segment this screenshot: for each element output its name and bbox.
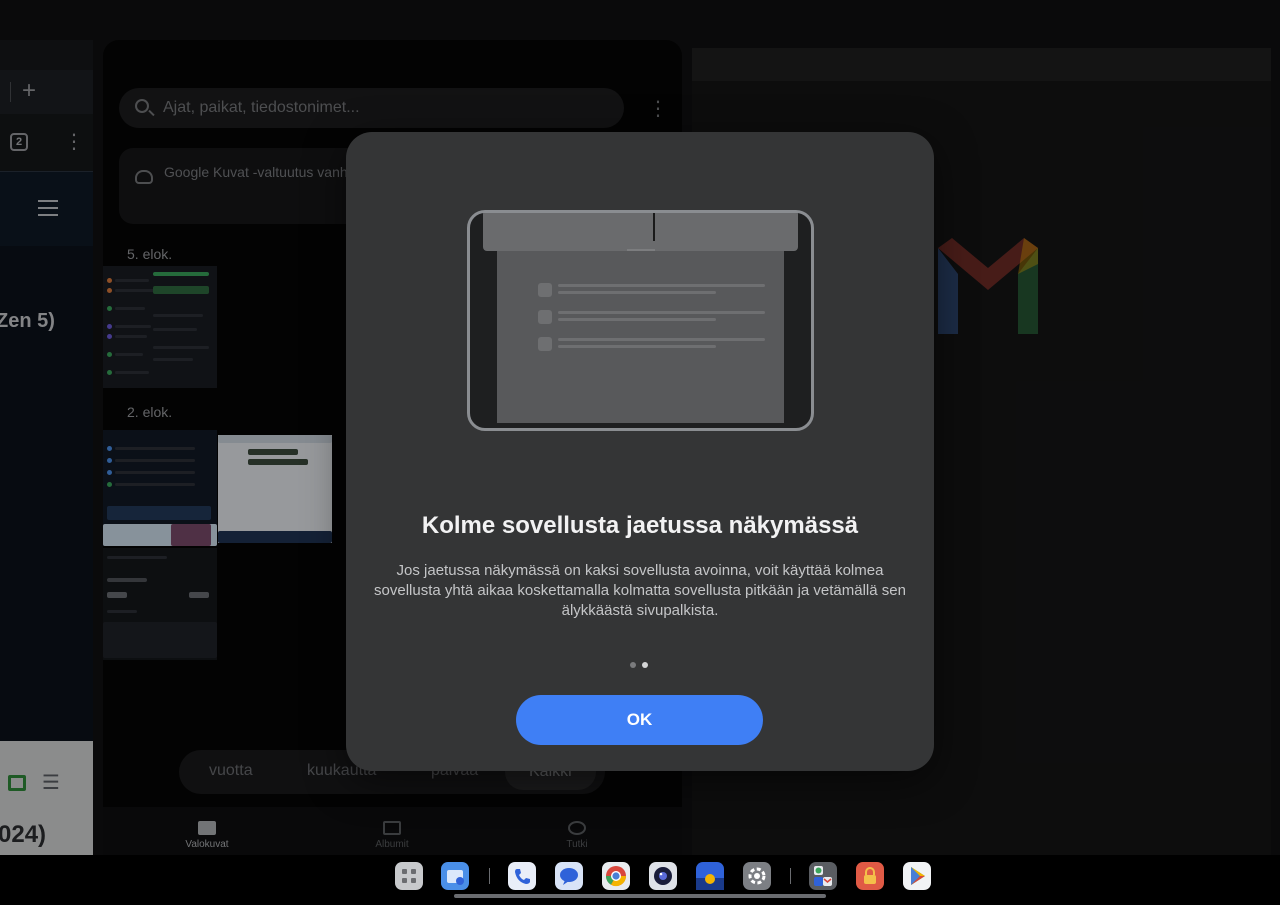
app-pair-icon[interactable] — [809, 862, 837, 890]
split-view-tip-dialog: Kolme sovellusta jaetussa näkymässä Jos … — [346, 132, 934, 771]
phone-icon[interactable] — [508, 862, 536, 890]
gesture-home-bar[interactable] — [454, 894, 826, 898]
dialog-title: Kolme sovellusta jaetussa näkymässä — [421, 512, 859, 539]
illustration-panel — [497, 241, 784, 423]
screen: + 2 ⋮ Zen 5) ☰ 024) ⋮ Google Kuvat -valt… — [0, 0, 1280, 905]
illustration-list-row — [538, 337, 768, 351]
page-indicator — [630, 662, 654, 668]
play-store-icon[interactable] — [903, 862, 931, 890]
settings-icon[interactable] — [743, 862, 771, 890]
ok-button[interactable]: OK — [516, 695, 763, 745]
illustration-drag-handle — [653, 213, 655, 241]
chrome-icon[interactable] — [602, 862, 630, 890]
page-dot-2 — [642, 662, 648, 668]
dock-separator — [790, 868, 791, 884]
app-drawer-icon[interactable] — [395, 862, 423, 890]
page-dot-1 — [630, 662, 636, 668]
tablet-split-view-illustration — [467, 210, 814, 431]
dock-separator — [489, 868, 490, 884]
illustration-list-row — [538, 283, 768, 297]
weather-icon[interactable] — [696, 862, 724, 890]
illustration-top-bar — [483, 213, 798, 251]
illustration-list-row — [538, 310, 768, 324]
dialog-body: Jos jaetussa näkymässä on kaksi sovellus… — [374, 562, 906, 619]
files-icon[interactable] — [441, 862, 469, 890]
camera-icon[interactable] — [649, 862, 677, 890]
messages-icon[interactable] — [555, 862, 583, 890]
illustration-dash — [627, 249, 655, 251]
secure-folder-icon[interactable] — [856, 862, 884, 890]
